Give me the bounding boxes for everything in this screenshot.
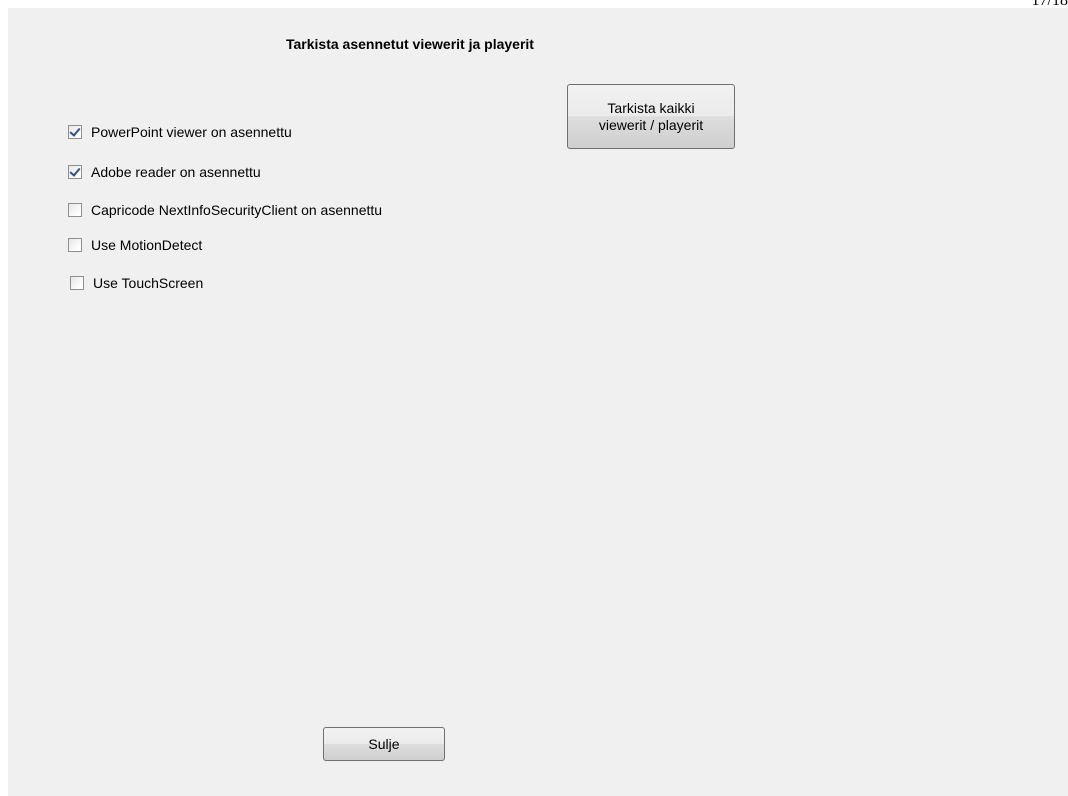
checkbox-box[interactable] <box>68 238 82 252</box>
checkbox-nextinfo-security-client[interactable]: Capricode NextInfoSecurityClient on asen… <box>68 202 382 218</box>
checkbox-label: Adobe reader on asennettu <box>91 164 261 180</box>
checkbox-box[interactable] <box>68 203 82 217</box>
checkbox-label: Use MotionDetect <box>91 237 203 253</box>
dialog-title: Tarkista asennetut viewerit ja playerit <box>286 36 534 52</box>
check-all-button-line1: Tarkista kaikki <box>607 99 695 116</box>
checkbox-label: PowerPoint viewer on asennettu <box>91 124 292 140</box>
checkbox-use-motion-detect[interactable]: Use MotionDetect <box>68 237 202 253</box>
checkbox-powerpoint-viewer[interactable]: PowerPoint viewer on asennettu <box>68 124 292 140</box>
check-all-button[interactable]: Tarkista kaikki viewerit / playerit <box>567 84 735 149</box>
close-button[interactable]: Sulje <box>323 727 445 761</box>
checkbox-adobe-reader[interactable]: Adobe reader on asennettu <box>68 164 261 180</box>
checkbox-label: Capricode NextInfoSecurityClient on asen… <box>91 202 383 218</box>
check-viewers-dialog: Tarkista asennetut viewerit ja playerit … <box>8 8 1068 796</box>
check-all-button-line2: viewerit / playerit <box>598 116 704 133</box>
checkbox-label: Use TouchScreen <box>93 275 204 291</box>
checkbox-box[interactable] <box>70 276 84 290</box>
checkbox-use-touch-screen[interactable]: Use TouchScreen <box>70 275 203 291</box>
checkbox-box[interactable] <box>68 125 82 139</box>
checkbox-box[interactable] <box>68 165 82 179</box>
